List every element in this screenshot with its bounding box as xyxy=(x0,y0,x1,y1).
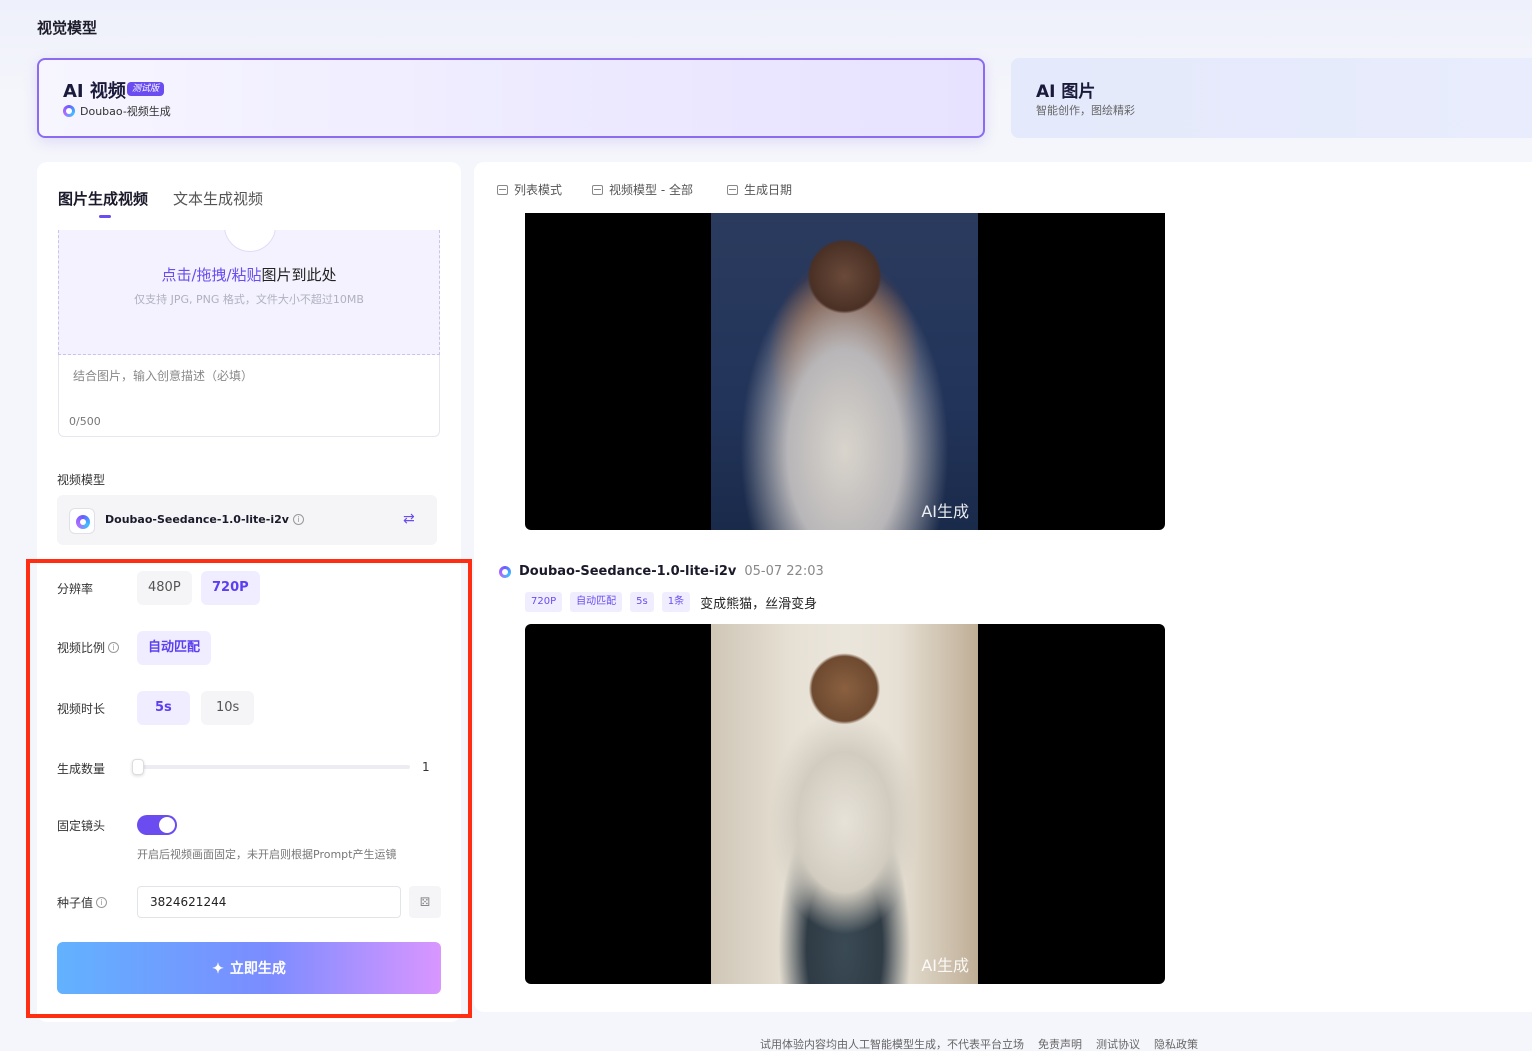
doubao-logo-icon xyxy=(63,105,75,117)
upload-instruction: 点击/拖拽/粘贴图片到此处 xyxy=(59,264,439,285)
ai-video-card[interactable]: AI 视频 测试版 Doubao-视频生成 xyxy=(37,58,985,138)
ai-video-title: AI 视频 xyxy=(63,81,126,102)
footer-disclaimer: 试用体验内容均由人工智能模型生成，不代表平台立场 xyxy=(760,1038,1024,1051)
ai-watermark: AI生成 xyxy=(921,956,969,975)
calendar-icon xyxy=(727,184,738,195)
video-thumbnail xyxy=(711,624,978,984)
footer: 试用体验内容均由人工智能模型生成，不代表平台立场 免责声明 测试协议 隐私政策 xyxy=(760,1036,1198,1051)
beta-badge: 测试版 xyxy=(127,82,165,96)
ai-image-title: AI 图片 xyxy=(1036,82,1096,102)
prompt-char-count: 0/500 xyxy=(69,415,101,428)
footer-link-privacy[interactable]: 隐私政策 xyxy=(1154,1036,1198,1051)
record-time: 05-07 22:03 xyxy=(744,564,824,579)
tag-duration: 5s xyxy=(630,592,654,612)
calendar-icon xyxy=(592,184,603,195)
tag-ratio: 自动匹配 xyxy=(570,592,623,612)
tab-text-to-video[interactable]: 文本生成视频 xyxy=(173,188,263,209)
list-icon xyxy=(497,184,508,195)
seedance-logo-icon xyxy=(69,508,95,534)
results-panel: 列表模式 视频模型 - 全部 生成日期 AI生成 Doubao-Seedance… xyxy=(474,162,1532,1012)
highlight-annotation xyxy=(26,559,472,1018)
tab-image-to-video[interactable]: 图片生成视频 xyxy=(58,188,148,209)
video-result[interactable]: AI生成 xyxy=(525,213,1165,530)
video-result[interactable]: AI生成 xyxy=(525,624,1165,984)
footer-link-disclaimer[interactable]: 免责声明 xyxy=(1038,1036,1082,1051)
model-filter[interactable]: 视频模型 - 全部 xyxy=(592,181,693,198)
list-mode-label: 列表模式 xyxy=(514,183,563,197)
upload-icon xyxy=(224,230,276,252)
footer-link-terms[interactable]: 测试协议 xyxy=(1096,1036,1140,1051)
ai-video-subtitle: Doubao-视频生成 xyxy=(63,103,171,119)
upload-action-text: 点击/拖拽/粘贴 xyxy=(161,266,262,284)
tag-resolution: 720P xyxy=(525,592,563,612)
active-tab-indicator xyxy=(99,215,111,218)
ai-image-subtitle: 智能创作，图绘精彩 xyxy=(1036,104,1135,117)
upload-hint: 仅支持 JPG, PNG 格式，文件大小不超过10MB xyxy=(134,293,364,306)
model-filter-label: 视频模型 - 全部 xyxy=(609,183,693,197)
ai-watermark: AI生成 xyxy=(921,502,969,521)
upload-target-text: 图片到此处 xyxy=(261,266,337,284)
prompt-box: 0/500 xyxy=(58,355,440,437)
model-label-text: 视频模型 xyxy=(57,473,106,487)
swap-icon[interactable]: ⇄ xyxy=(403,511,415,527)
ai-image-card[interactable]: AI 图片 智能创作，图绘精彩 xyxy=(1011,58,1532,138)
record-prompt: 变成熊猫，丝滑变身 xyxy=(700,596,818,612)
date-filter[interactable]: 生成日期 xyxy=(727,181,792,198)
record-model: Doubao-Seedance-1.0-lite-i2v xyxy=(519,564,737,579)
image-upload-area[interactable]: 点击/拖拽/粘贴图片到此处 仅支持 JPG, PNG 格式，文件大小不超过10M… xyxy=(58,230,440,355)
tag-count: 1条 xyxy=(661,592,691,612)
ai-video-subtitle-text: Doubao-视频生成 xyxy=(80,105,171,118)
list-mode-toggle[interactable]: 列表模式 xyxy=(497,181,562,198)
record-tags: 720P 自动匹配 5s 1条 变成熊猫，丝滑变身 xyxy=(525,592,817,612)
date-filter-label: 生成日期 xyxy=(744,183,793,197)
model-name: Doubao-Seedance-1.0-lite-i2v xyxy=(105,513,289,526)
info-icon[interactable]: i xyxy=(293,514,304,525)
record-header: Doubao-Seedance-1.0-lite-i2v 05-07 22:03 xyxy=(499,564,824,579)
video-thumbnail xyxy=(711,213,978,530)
model-selector[interactable]: Doubao-Seedance-1.0-lite-i2v i ⇄ xyxy=(57,495,437,545)
seedance-logo-icon xyxy=(499,565,511,578)
model-label: 视频模型 xyxy=(57,471,105,488)
prompt-input[interactable] xyxy=(73,369,423,383)
page-title: 视觉模型 xyxy=(37,19,98,37)
